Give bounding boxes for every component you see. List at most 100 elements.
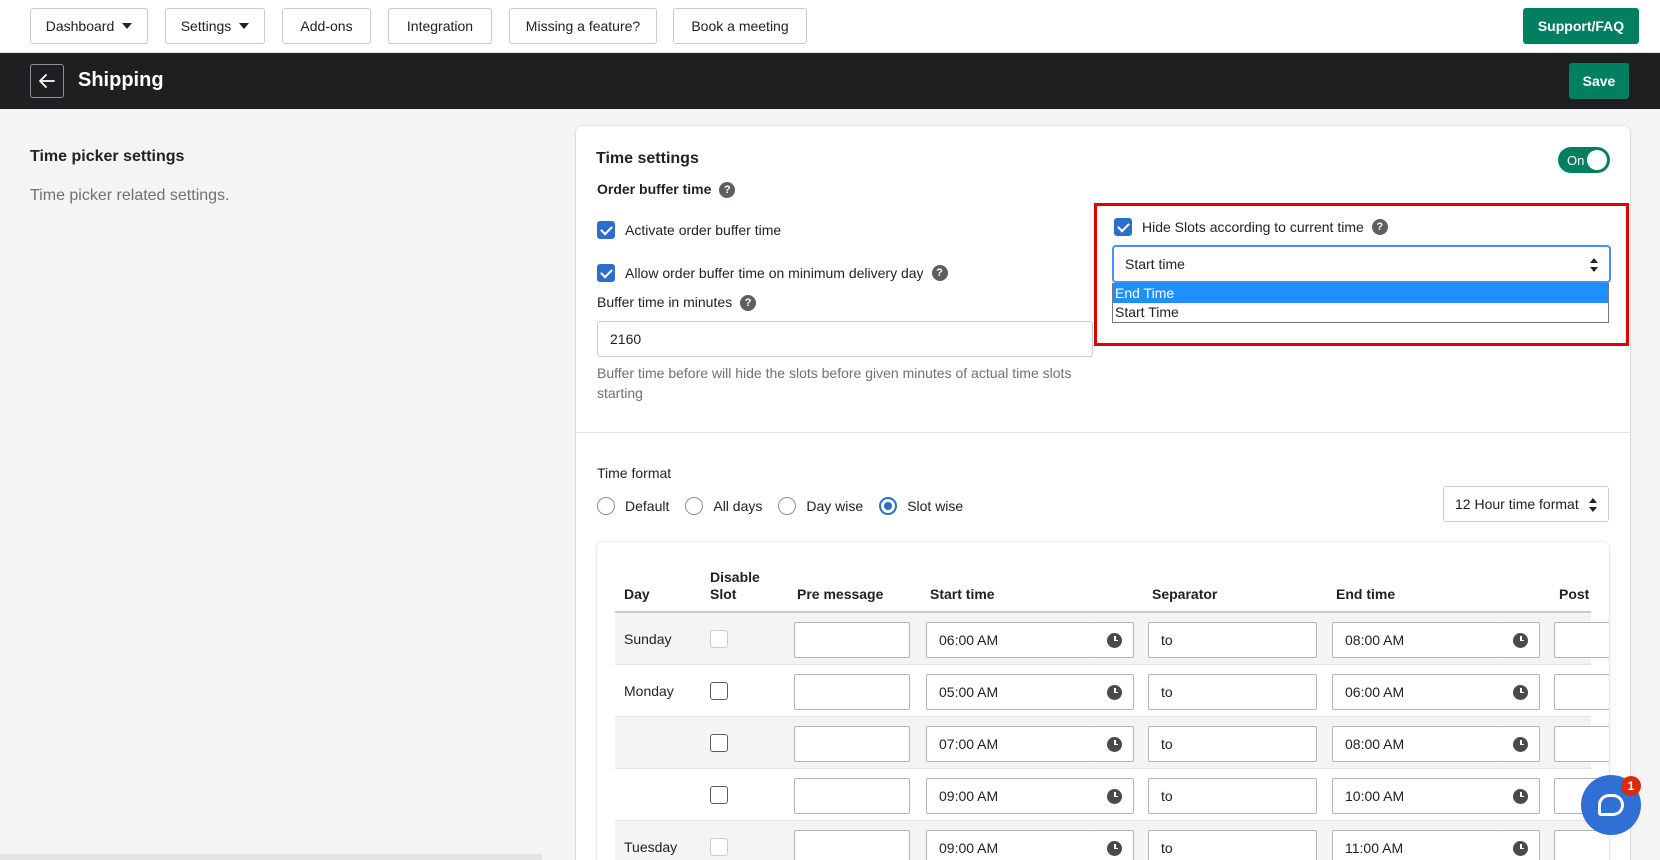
help-icon[interactable]: ? [931, 265, 948, 281]
dropdown-option-end-time[interactable]: End Time [1113, 284, 1608, 303]
clock-icon [1513, 788, 1528, 804]
chat-icon [1598, 794, 1624, 816]
buffer-minutes-input[interactable]: 2160 [597, 321, 1093, 357]
end-time-input[interactable]: 08:00 AM [1332, 622, 1503, 658]
end-time-input[interactable]: 10:00 AM [1332, 778, 1503, 814]
clock-icon [1513, 736, 1528, 752]
order-buffer-label: Order buffer time? [597, 181, 736, 199]
clock-icon [1513, 840, 1528, 856]
addons-button[interactable]: Add-ons [282, 8, 371, 44]
allow-buffer-label: Allow order buffer time on minimum deliv… [625, 265, 924, 281]
disable-slot-checkbox[interactable] [710, 786, 728, 804]
pre-message-input[interactable] [794, 778, 910, 814]
pre-message-input[interactable] [794, 674, 910, 710]
row-day: Sunday [624, 631, 672, 647]
start-time-input[interactable]: 05:00 AM [926, 674, 1097, 710]
dashboard-menu-button[interactable]: Dashboard [30, 8, 148, 44]
radio-button[interactable] [778, 497, 797, 515]
time-settings-toggle[interactable]: On [1558, 147, 1610, 173]
toggle-label: On [1567, 152, 1585, 168]
disable-slot-checkbox[interactable] [710, 630, 728, 648]
back-button[interactable] [30, 64, 64, 98]
disable-slot-checkbox[interactable] [710, 838, 728, 856]
hour-format-select[interactable]: 12 Hour time format [1443, 486, 1609, 522]
start-time-picker[interactable] [1096, 778, 1134, 814]
pre-message-input[interactable] [794, 830, 910, 860]
book-meeting-label: Book a meeting [691, 18, 789, 34]
start-time-picker[interactable] [1096, 622, 1134, 658]
end-time-picker[interactable] [1502, 622, 1540, 658]
radio-day-wise[interactable]: Day wise [778, 497, 863, 515]
pre-message-input[interactable] [794, 622, 910, 658]
book-meeting-button[interactable]: Book a meeting [673, 8, 807, 44]
th-day: Day [624, 586, 650, 602]
separator-input[interactable]: to [1148, 726, 1317, 762]
end-time-picker[interactable] [1502, 726, 1540, 762]
start-time-input[interactable]: 07:00 AM [926, 726, 1097, 762]
start-time-picker[interactable] [1096, 726, 1134, 762]
radio-button[interactable] [879, 497, 898, 515]
radio-default[interactable]: Default [597, 497, 669, 515]
hide-slots-row: Hide Slots according to current time ? [1114, 218, 1388, 236]
allow-buffer-checkbox[interactable] [597, 264, 615, 282]
settings-menu-button[interactable]: Settings [165, 8, 265, 44]
top-nav: Dashboard Settings Add-ons Integration M… [0, 0, 1660, 53]
select-arrows-icon [1589, 258, 1599, 272]
integration-button[interactable]: Integration [388, 8, 492, 44]
pre-message-input[interactable] [794, 726, 910, 762]
end-time-input[interactable]: 06:00 AM [1332, 674, 1503, 710]
end-time-picker[interactable] [1502, 674, 1540, 710]
separator-input[interactable]: to [1148, 830, 1317, 860]
help-icon[interactable]: ? [740, 295, 757, 312]
missing-feature-button[interactable]: Missing a feature? [509, 8, 657, 44]
separator-input[interactable]: to [1148, 778, 1317, 814]
post-message-input[interactable] [1554, 726, 1609, 762]
caret-down-icon [239, 23, 250, 29]
radio-slot-wise[interactable]: Slot wise [879, 497, 963, 515]
buffer-help-line-1: Buffer time before will hide the slots b… [597, 365, 1072, 381]
separator-input[interactable]: to [1148, 674, 1317, 710]
dropdown-option-start-time[interactable]: Start Time [1113, 303, 1608, 322]
disable-slot-checkbox[interactable] [710, 734, 728, 752]
page-title: Shipping [78, 69, 164, 91]
radio-button[interactable] [597, 497, 615, 515]
activate-buffer-label: Activate order buffer time [625, 222, 782, 238]
toggle-knob [1587, 150, 1607, 170]
end-time-input[interactable]: 08:00 AM [1332, 726, 1503, 762]
select-arrows-icon [1588, 498, 1598, 512]
start-time-input[interactable]: 06:00 AM [926, 622, 1097, 658]
horizontal-scrollbar[interactable] [0, 854, 542, 860]
radio-label: Default [625, 498, 670, 514]
separator-input[interactable]: to [1148, 622, 1317, 658]
start-time-picker[interactable] [1096, 830, 1134, 860]
chat-unread-badge: 1 [1621, 776, 1641, 796]
hide-slots-select-value: Start time [1125, 256, 1185, 272]
post-message-input[interactable] [1554, 622, 1609, 658]
start-time-input[interactable]: 09:00 AM [926, 778, 1097, 814]
radio-button[interactable] [685, 497, 704, 515]
buffer-help-text: Buffer time before will hide the slots b… [597, 363, 1071, 403]
start-time-input[interactable]: 09:00 AM [926, 830, 1097, 860]
end-time-picker[interactable] [1502, 830, 1540, 860]
support-faq-button[interactable]: Support/FAQ [1523, 8, 1639, 44]
end-time-picker[interactable] [1502, 778, 1540, 814]
start-time-picker[interactable] [1096, 674, 1134, 710]
help-icon[interactable]: ? [1371, 219, 1388, 235]
settings-label: Settings [180, 18, 232, 34]
hide-slots-select[interactable]: Start time [1112, 245, 1611, 283]
end-time-input[interactable]: 11:00 AM [1332, 830, 1503, 860]
th-separator: Separator [1152, 586, 1218, 602]
th-end-time: End time [1336, 586, 1396, 602]
radio-all-days[interactable]: All days [685, 497, 762, 515]
help-icon[interactable]: ? [719, 182, 736, 199]
clock-icon [1107, 840, 1122, 856]
disable-slot-checkbox[interactable] [710, 682, 728, 700]
hide-slots-dropdown: End Time Start Time [1112, 283, 1609, 323]
save-button[interactable]: Save [1569, 63, 1629, 99]
caret-down-icon [122, 23, 133, 29]
hide-slots-checkbox[interactable] [1114, 218, 1132, 236]
post-message-input[interactable] [1554, 830, 1609, 860]
post-message-input[interactable] [1554, 674, 1609, 710]
table-row: Sunday 06:00 AM to 08:00 AM [615, 613, 1609, 665]
activate-buffer-checkbox[interactable] [597, 221, 615, 239]
